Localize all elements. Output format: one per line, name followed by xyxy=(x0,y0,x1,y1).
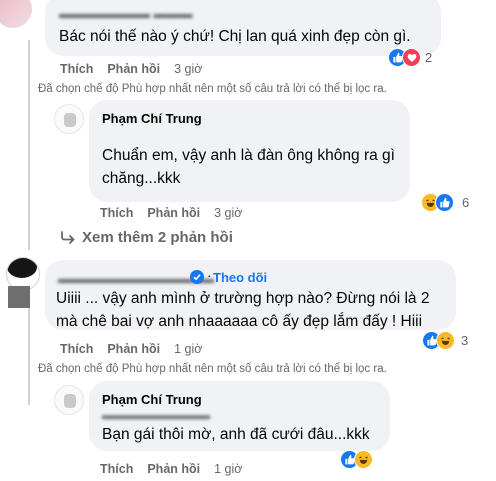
reply-text-line: Chuẩn em, vậy anh là đàn ông không ra gì xyxy=(102,147,395,164)
blurred-author-name[interactable]: ▬▬▬▬▬▬▬ ▬▬▬ xyxy=(59,6,193,21)
timestamp[interactable]: 1 giờ xyxy=(174,342,202,356)
timestamp[interactable]: 3 giờ xyxy=(214,206,242,220)
haha-reaction-icon xyxy=(436,331,455,350)
reply-author-name[interactable]: Phạm Chí Trung xyxy=(102,392,202,407)
reaction-count: 2 xyxy=(425,50,433,65)
reply-author-avatar[interactable] xyxy=(54,104,84,134)
like-button[interactable]: Thích xyxy=(100,206,133,220)
avatar-figure xyxy=(64,113,76,127)
like-button[interactable]: Thích xyxy=(60,342,93,356)
view-more-replies[interactable]: Xem thêm 2 phản hồi xyxy=(60,229,233,246)
comment-text: Bác nói thế nào ý chứ! Chị lan quá xinh … xyxy=(59,28,411,45)
filter-notice: Đã chọn chế độ Phù hợp nhất nên một số c… xyxy=(38,363,387,375)
reaction-count: 6 xyxy=(462,195,470,210)
comment-bubble: ▬▬▬▬▬▬▬ ▬▬▬ Bác nói thế nào ý chứ! Chị l… xyxy=(45,0,441,56)
dot-separator: · xyxy=(207,268,212,283)
comment-bubble: ▬▬▬▬▬▬▬▬▬▬▬▬ · Theo dõi Uiiii ... vậy an… xyxy=(45,260,456,330)
reply-bubble: Phạm Chí Trung ▬▬▬▬▬▬▬▬▬ Bạn gái thôi mờ… xyxy=(89,381,390,451)
avatar-blob xyxy=(7,258,37,278)
follow-button[interactable]: Theo dõi xyxy=(213,270,267,285)
filter-notice: Đã chọn chế độ Phù hợp nhất nên một số c… xyxy=(38,83,387,95)
thread-line xyxy=(28,300,30,405)
thread-line xyxy=(28,40,30,250)
haha-reaction-icon xyxy=(354,450,373,469)
view-more-label: Xem thêm 2 phản hồi xyxy=(82,229,233,246)
reply-actions: Thích Phản hồi 3 giờ xyxy=(100,206,242,220)
comment-actions: Thích Phản hồi 1 giờ xyxy=(60,342,202,356)
verified-badge-icon xyxy=(190,270,204,284)
reaction-summary[interactable] xyxy=(340,450,373,469)
reply-text-line: chăng...kkk xyxy=(102,170,181,187)
reply-author-name[interactable]: Phạm Chí Trung xyxy=(102,111,202,126)
comment-text-line: mà chê bai vợ anh nhaaaaaa cô ấy đẹp lắm… xyxy=(56,313,423,330)
reply-button[interactable]: Phản hồi xyxy=(107,62,160,76)
avatar-figure xyxy=(64,394,76,408)
like-button[interactable]: Thích xyxy=(100,462,133,476)
reply-button[interactable]: Phản hồi xyxy=(107,342,160,356)
reaction-summary[interactable]: 6 xyxy=(421,193,469,212)
reaction-summary[interactable]: 2 xyxy=(388,48,432,67)
blurred-mention: ▬▬▬▬▬▬▬▬▬ xyxy=(102,408,210,422)
timestamp[interactable]: 1 giờ xyxy=(214,462,242,476)
reply-arrow-icon xyxy=(61,230,75,244)
reply-bubble: Phạm Chí Trung Chuẩn em, vậy anh là đàn … xyxy=(89,100,410,202)
reaction-count: 3 xyxy=(461,333,469,348)
reply-button[interactable]: Phản hồi xyxy=(147,462,200,476)
comment-actions: Thích Phản hồi 3 giờ xyxy=(60,62,202,76)
love-reaction-icon xyxy=(402,48,421,67)
reply-button[interactable]: Phản hồi xyxy=(147,206,200,220)
reply-author-avatar[interactable] xyxy=(54,385,84,415)
like-button[interactable]: Thích xyxy=(60,62,93,76)
commenter-avatar[interactable] xyxy=(0,0,32,28)
like-reaction-icon xyxy=(435,193,454,212)
reply-actions: Thích Phản hồi 1 giờ xyxy=(100,462,242,476)
avatar-shadow xyxy=(8,286,30,308)
reply-text: Bạn gái thôi mờ, anh đã cưới đâu...kkk xyxy=(102,426,370,443)
timestamp[interactable]: 3 giờ xyxy=(174,62,202,76)
reaction-summary[interactable]: 3 xyxy=(422,331,468,350)
comment-text-line: Uiiii ... vậy anh mình ở trường hợp nào?… xyxy=(56,290,430,307)
